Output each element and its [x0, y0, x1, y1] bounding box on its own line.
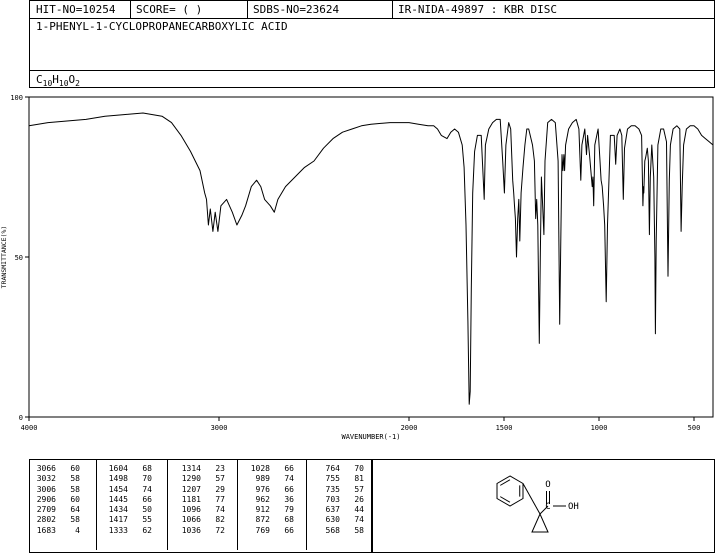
ring-bond: [522, 483, 541, 515]
benzene-ring: [496, 475, 524, 507]
structure-diagram: O C OH: [496, 475, 579, 533]
oxygen-label: O: [545, 480, 550, 490]
hydroxyl-label: OH: [568, 502, 579, 512]
carbon-label: C: [545, 502, 550, 512]
cyclopropane-ring: [531, 512, 549, 533]
